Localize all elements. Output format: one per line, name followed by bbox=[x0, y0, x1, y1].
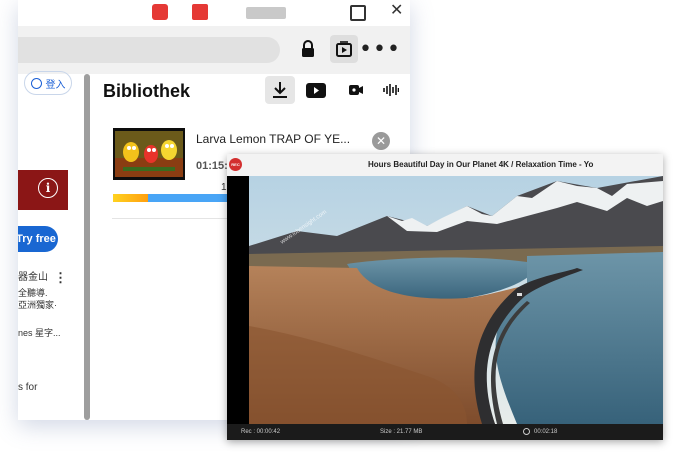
download-icon bbox=[273, 82, 287, 98]
rec-badge: REC bbox=[229, 158, 242, 171]
side-text-1: 器金山 bbox=[18, 272, 48, 283]
login-label: 登入 bbox=[45, 79, 66, 91]
address-bar[interactable] bbox=[18, 37, 280, 63]
try-free-button[interactable]: Try free bbox=[18, 226, 58, 252]
item-title: Larva Lemon TRAP OF YE... bbox=[196, 132, 351, 146]
login-button[interactable]: 登入 bbox=[24, 71, 72, 95]
side-text-3: 亞洲獨家· bbox=[18, 300, 57, 310]
video-downloader-button[interactable] bbox=[330, 35, 358, 63]
web-page-content: 登入 i Try free 器金山 ⋮ 全聽導. 亞洲獨家· nes 星字...… bbox=[18, 71, 90, 420]
close-icon[interactable]: ✕ bbox=[390, 2, 406, 18]
audio-wave-icon bbox=[383, 84, 399, 96]
library-title: Bibliothek bbox=[103, 81, 191, 101]
timer: 00:02:18 bbox=[534, 429, 558, 435]
tab-downloads[interactable] bbox=[265, 76, 295, 104]
video-frame[interactable]: www.iobensight.com bbox=[227, 176, 663, 424]
menu-icon[interactable] bbox=[246, 7, 286, 19]
recorder-window: REC Hours Beautiful Day in Our Planet 4K… bbox=[227, 154, 663, 440]
window-top-strip: ✕ bbox=[18, 0, 410, 26]
lock-icon bbox=[302, 40, 314, 57]
item-count: 1 bbox=[221, 182, 227, 193]
shopping-cart-icon[interactable] bbox=[152, 4, 168, 20]
landscape-image: www.iobensight.com bbox=[227, 176, 663, 424]
youtube-icon bbox=[306, 82, 326, 98]
video-thumbnail[interactable] bbox=[113, 128, 185, 180]
tab-audio[interactable] bbox=[376, 76, 406, 104]
recorder-title-bar: REC Hours Beautiful Day in Our Planet 4K… bbox=[227, 154, 663, 177]
more-options-button[interactable]: ••• bbox=[359, 35, 400, 63]
info-icon[interactable]: i bbox=[38, 178, 58, 198]
thumbnail-image bbox=[113, 128, 185, 180]
video-download-icon bbox=[336, 41, 352, 57]
user-icon bbox=[30, 77, 42, 89]
side-text-5: s for bbox=[18, 382, 38, 393]
side-text-4: nes 星字... bbox=[18, 328, 61, 338]
gift-icon[interactable] bbox=[192, 4, 208, 20]
record-icon bbox=[349, 85, 363, 95]
file-size: Size : 21.77 MB bbox=[380, 429, 423, 435]
recorder-title: Hours Beautiful Day in Our Planet 4K / R… bbox=[368, 160, 594, 169]
browser-toolbar: ••• bbox=[18, 26, 410, 74]
recorder-status-bar: Rec : 00:00:42 Size : 21.77 MB 00:02:18 bbox=[227, 424, 663, 440]
cancel-download-icon[interactable]: ✕ bbox=[372, 132, 390, 150]
tab-recordings[interactable] bbox=[341, 76, 371, 104]
tab-youtube[interactable] bbox=[301, 76, 331, 104]
rec-duration: Rec : 00:00:42 bbox=[241, 429, 281, 435]
promo-banner: i bbox=[18, 170, 68, 210]
lock-button[interactable] bbox=[294, 35, 322, 63]
more-vertical-icon[interactable]: ⋮ bbox=[54, 270, 67, 286]
item-time: 01:15: bbox=[196, 160, 228, 172]
maximize-icon[interactable] bbox=[350, 5, 366, 21]
progress-fill bbox=[113, 194, 148, 202]
stopwatch-icon bbox=[523, 428, 530, 435]
